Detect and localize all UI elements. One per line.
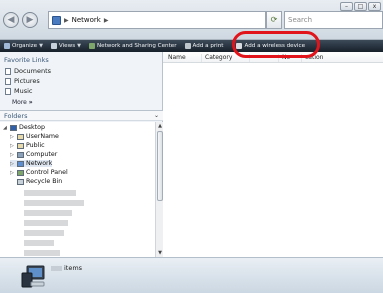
- computer-icon: [17, 151, 24, 158]
- add-printer-label: Add a print: [192, 43, 224, 49]
- tree-label: Recycle Bin: [26, 178, 63, 185]
- file-list: Name Category Ne cation: [163, 52, 383, 257]
- redacted-tree-item: [24, 210, 72, 216]
- minimize-button[interactable]: –: [340, 2, 353, 11]
- views-label: Views: [58, 43, 76, 49]
- folder-tree: ◢ Desktop ▷ UserName ▷ Public ▷ Computer…: [0, 122, 155, 257]
- views-button[interactable]: Views ▼: [47, 40, 85, 52]
- music-icon: [5, 87, 11, 95]
- favorite-documents[interactable]: Documents: [5, 67, 51, 75]
- redacted-count: [51, 265, 62, 271]
- favorite-label: Pictures: [14, 77, 40, 85]
- views-icon: [50, 43, 57, 49]
- annotation-highlight-circle: [232, 31, 320, 58]
- favorite-music[interactable]: Music: [5, 87, 33, 95]
- tree-label: UserName: [26, 133, 59, 140]
- column-name[interactable]: Name: [165, 54, 186, 62]
- favorite-pictures[interactable]: Pictures: [5, 77, 40, 85]
- navigation-pane: Favorite Links Documents Pictures Music …: [0, 52, 163, 257]
- tree-item-public[interactable]: ▷ Public: [10, 142, 45, 149]
- address-field[interactable]: ▶ Network ▶: [48, 11, 266, 29]
- tree-item-computer[interactable]: ▷ Computer: [10, 151, 57, 158]
- user-folder-icon: [17, 133, 24, 140]
- tree-label: Desktop: [19, 124, 45, 131]
- redacted-tree-item: [24, 190, 76, 196]
- details-pane: items: [0, 257, 383, 293]
- folders-label: Folders: [4, 112, 28, 120]
- more-label: More: [12, 99, 27, 106]
- chevron-right-icon: ▶: [103, 16, 109, 24]
- window-controls: – □ x: [340, 2, 381, 11]
- address-path: Network: [71, 16, 101, 24]
- redacted-tree-item: [24, 250, 60, 256]
- tree-item-control-panel[interactable]: ▷ Control Panel: [10, 169, 68, 176]
- tree-label: Control Panel: [26, 169, 68, 176]
- tree-item-username[interactable]: ▷ UserName: [10, 133, 59, 140]
- more-link[interactable]: More »: [12, 99, 33, 106]
- search-input[interactable]: Search: [284, 11, 383, 29]
- network-icon: [52, 15, 61, 25]
- address-bar-region: – □ x ◀ ▶ ▶ Network ▶ ⟳ Search: [0, 0, 383, 40]
- items-label: items: [64, 264, 83, 272]
- public-folder-icon: [17, 142, 24, 149]
- main-body: Favorite Links Documents Pictures Music …: [0, 52, 383, 257]
- tree-item-desktop[interactable]: ◢ Desktop: [3, 124, 45, 131]
- column-category[interactable]: Category: [201, 54, 232, 62]
- network-center-button[interactable]: Network and Sharing Center: [85, 40, 181, 52]
- organize-label: Organize: [12, 43, 38, 49]
- recycle-bin-icon: [17, 178, 24, 185]
- collapse-arrow-icon: ▷: [10, 160, 14, 167]
- organize-button[interactable]: Organize ▼: [0, 40, 47, 52]
- favorite-links-header: Favorite Links: [4, 56, 49, 64]
- forward-button[interactable]: ▶: [22, 12, 38, 28]
- computer-icon: [21, 265, 45, 288]
- desktop-icon: [10, 124, 17, 131]
- back-button[interactable]: ◀: [3, 12, 19, 28]
- redacted-tree-item: [24, 220, 68, 226]
- pictures-icon: [5, 77, 11, 85]
- tree-label: Network: [26, 160, 53, 167]
- organize-icon: [4, 43, 10, 49]
- redacted-tree-item: [24, 240, 54, 246]
- items-count-label: items: [51, 264, 82, 272]
- control-panel-icon: [17, 169, 24, 176]
- add-printer-button[interactable]: Add a print: [181, 40, 228, 52]
- chevron-down-icon: ▼: [39, 43, 43, 49]
- collapse-arrow-icon: ▷: [10, 151, 14, 158]
- redacted-tree-item: [24, 200, 84, 206]
- chevron-down-icon: ⌄: [153, 112, 159, 119]
- expand-arrow-icon: ◢: [3, 124, 7, 131]
- favorite-label: Music: [14, 87, 33, 95]
- close-button[interactable]: x: [368, 2, 381, 11]
- maximize-button[interactable]: □: [354, 2, 367, 11]
- chevron-down-icon: ▼: [77, 43, 81, 49]
- collapse-arrow-icon: ▷: [10, 169, 14, 176]
- redacted-tree-item: [24, 230, 64, 236]
- command-bar: Organize ▼ Views ▼ Network and Sharing C…: [0, 40, 383, 52]
- double-chevron-icon: »: [28, 99, 33, 106]
- printer-icon: [184, 43, 191, 49]
- tree-label: Public: [26, 142, 45, 149]
- chevron-right-icon: ▶: [64, 16, 69, 24]
- folders-header[interactable]: Folders ⌄: [0, 110, 163, 121]
- network-icon: [17, 160, 24, 167]
- tree-label: Computer: [26, 151, 58, 158]
- folder-tree-scrollbar[interactable]: ▲ ▼: [155, 122, 163, 257]
- collapse-arrow-icon: ▷: [10, 142, 14, 149]
- tree-item-recycle-bin[interactable]: Recycle Bin: [17, 178, 62, 185]
- documents-icon: [5, 67, 11, 75]
- favorite-label: Documents: [14, 67, 52, 75]
- network-center-label: Network and Sharing Center: [96, 43, 177, 49]
- collapse-arrow-icon: ▷: [10, 133, 14, 140]
- explorer-window: – □ x ◀ ▶ ▶ Network ▶ ⟳ Search Organize …: [0, 0, 383, 293]
- tree-item-network[interactable]: ▷ Network: [10, 160, 53, 167]
- network-center-icon: [88, 43, 95, 49]
- refresh-button[interactable]: ⟳: [266, 11, 282, 29]
